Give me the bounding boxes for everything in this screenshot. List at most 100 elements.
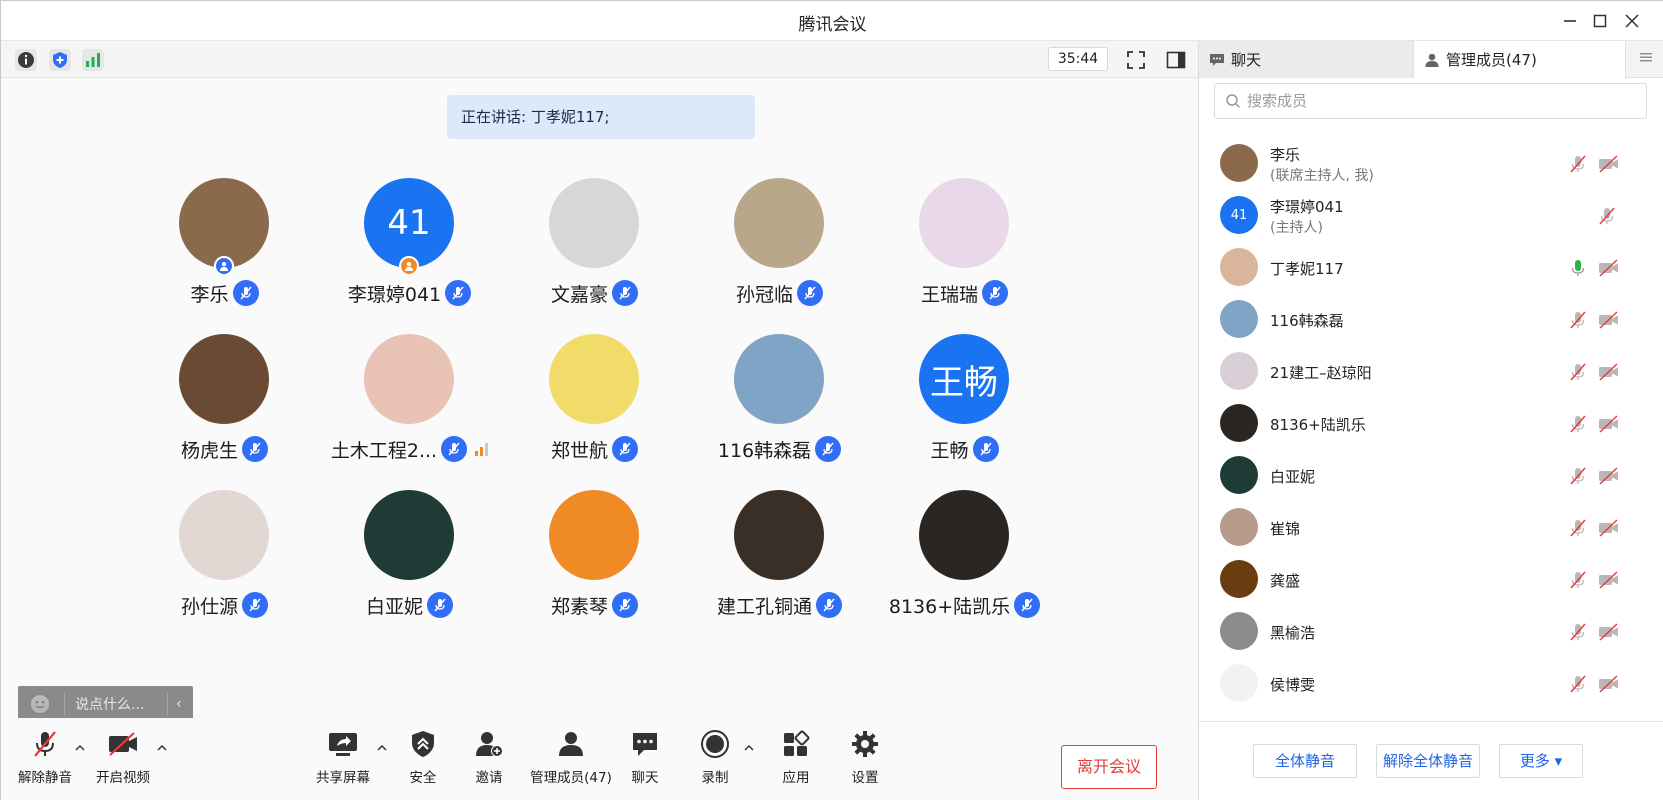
muted-mic-icon: [816, 592, 842, 618]
video-off-icon[interactable]: [1597, 570, 1621, 590]
member-row[interactable]: 崔锦: [1199, 500, 1663, 555]
participant-tile[interactable]: 41 李璟婷041: [317, 178, 502, 318]
participant-name: 土木工程2...: [330, 439, 438, 462]
invite-button[interactable]: 邀请: [467, 728, 511, 794]
member-avatar: [1220, 248, 1258, 286]
security-status-button[interactable]: [49, 49, 71, 71]
member-row[interactable]: 41 李璟婷041 (主持人): [1199, 188, 1663, 243]
participant-tile[interactable]: 李乐: [132, 178, 317, 318]
meeting-timer: 35:44: [1048, 47, 1108, 71]
participant-tile[interactable]: 孙仕源: [132, 490, 317, 630]
video-options-caret[interactable]: [156, 742, 170, 756]
participant-tile[interactable]: 8136+陆凯乐: [872, 490, 1057, 630]
video-off-icon[interactable]: [1597, 674, 1621, 694]
muted-mic-icon[interactable]: [1568, 310, 1588, 330]
close-window-button[interactable]: [1618, 7, 1646, 35]
video-off-icon[interactable]: [1597, 154, 1621, 174]
participant-tile[interactable]: 孙冠临: [687, 178, 872, 318]
emoji-icon[interactable]: [29, 693, 51, 715]
muted-mic-icon[interactable]: [1568, 362, 1588, 382]
video-off-icon[interactable]: [1597, 310, 1621, 330]
tab-members[interactable]: 管理成员(47): [1413, 41, 1626, 78]
member-search[interactable]: [1214, 83, 1647, 119]
member-row[interactable]: 白亚妮: [1199, 448, 1663, 503]
panel-tabs: 聊天 管理成员(47): [1199, 41, 1663, 78]
leave-meeting-button[interactable]: 离开会议: [1061, 745, 1157, 789]
share-screen-label: 共享屏幕: [316, 770, 370, 786]
apps-label: 应用: [782, 770, 810, 786]
network-status-button[interactable]: [82, 49, 104, 71]
video-off-icon[interactable]: [1597, 414, 1621, 434]
avatar: [734, 490, 824, 580]
video-off-icon[interactable]: [1597, 362, 1621, 382]
panel-menu-button[interactable]: [1635, 49, 1657, 71]
member-avatar: [1220, 612, 1258, 650]
member-name: 龚盛: [1270, 572, 1301, 590]
minimize-button[interactable]: [1556, 7, 1584, 35]
more-button[interactable]: 更多 ▾: [1499, 744, 1583, 778]
muted-mic-icon[interactable]: [1568, 518, 1588, 538]
muted-mic-icon[interactable]: [1568, 154, 1588, 174]
member-row[interactable]: 龚盛: [1199, 552, 1663, 607]
member-avatar: [1220, 508, 1258, 546]
member-name: 丁孝妮117: [1270, 260, 1344, 278]
speaking-indicator: 正在讲话: 丁孝妮117;: [447, 95, 755, 139]
toggle-sidebar-button[interactable]: [1165, 49, 1187, 71]
chat-icon: [629, 728, 661, 760]
share-screen-button[interactable]: 共享屏幕: [314, 728, 372, 794]
reaction-box[interactable]: 说点什么... ‹: [18, 686, 193, 722]
tab-chat[interactable]: 聊天: [1199, 41, 1413, 78]
audio-options-caret[interactable]: [74, 742, 88, 756]
muted-mic-icon[interactable]: [1597, 206, 1617, 226]
member-row[interactable]: 丁孝妮117: [1199, 240, 1663, 295]
member-row[interactable]: 21建工–赵琼阳: [1199, 344, 1663, 399]
record-options-caret[interactable]: [743, 742, 757, 756]
member-row[interactable]: 李乐 (联席主持人, 我): [1199, 136, 1663, 191]
video-off-icon[interactable]: [1597, 466, 1621, 486]
unmute-button[interactable]: 解除静音: [15, 728, 75, 794]
member-row[interactable]: 116韩森磊: [1199, 292, 1663, 347]
participant-tile[interactable]: 白亚妮: [317, 490, 502, 630]
apps-icon: [780, 728, 812, 760]
member-row[interactable]: 8136+陆凯乐: [1199, 396, 1663, 451]
muted-mic-icon[interactable]: [1568, 414, 1588, 434]
participant-tile[interactable]: 杨虎生: [132, 334, 317, 474]
mute-all-button[interactable]: 全体静音: [1253, 744, 1357, 778]
muted-mic-icon[interactable]: [1568, 674, 1588, 694]
member-avatar: [1220, 664, 1258, 702]
maximize-button[interactable]: [1586, 7, 1614, 35]
video-off-icon[interactable]: [1597, 258, 1621, 278]
member-search-input[interactable]: [1247, 92, 1627, 110]
manage-members-button[interactable]: 管理成员(47): [527, 728, 615, 794]
participant-tile[interactable]: 王畅 王畅: [872, 334, 1057, 474]
participant-tile[interactable]: 116韩森磊: [687, 334, 872, 474]
muted-mic-icon[interactable]: [1568, 466, 1588, 486]
participant-tile[interactable]: 建工孔铜通: [687, 490, 872, 630]
record-button[interactable]: 录制: [693, 728, 737, 794]
fullscreen-button[interactable]: [1125, 49, 1147, 71]
video-off-icon[interactable]: [1597, 622, 1621, 642]
security-button[interactable]: 安全: [401, 728, 445, 794]
apps-button[interactable]: 应用: [774, 728, 818, 794]
video-off-icon[interactable]: [1597, 518, 1621, 538]
participant-tile[interactable]: 郑世航: [502, 334, 687, 474]
reaction-input[interactable]: 说点什么...: [75, 694, 159, 714]
chat-button[interactable]: 聊天: [623, 728, 667, 794]
member-row[interactable]: 黑榆浩: [1199, 604, 1663, 659]
participant-tile[interactable]: 文嘉豪: [502, 178, 687, 318]
participant-tile[interactable]: 土木工程2...: [317, 334, 502, 474]
info-button[interactable]: [15, 49, 37, 71]
participant-tile[interactable]: 郑素琴: [502, 490, 687, 630]
shield-icon: [407, 728, 439, 760]
start-video-button[interactable]: 开启视频: [90, 728, 156, 794]
muted-mic-icon[interactable]: [1568, 570, 1588, 590]
muted-mic-icon[interactable]: [1568, 622, 1588, 642]
member-row[interactable]: 侯博雯: [1199, 656, 1663, 711]
settings-button[interactable]: 设置: [843, 728, 887, 794]
collapse-reaction-icon[interactable]: ‹: [176, 696, 182, 712]
active-mic-icon[interactable]: [1568, 258, 1588, 278]
participant-tile[interactable]: 王瑞瑞: [872, 178, 1057, 318]
unmute-all-button[interactable]: 解除全体静音: [1376, 744, 1480, 778]
share-options-caret[interactable]: [376, 742, 390, 756]
members-icon: [555, 728, 587, 760]
